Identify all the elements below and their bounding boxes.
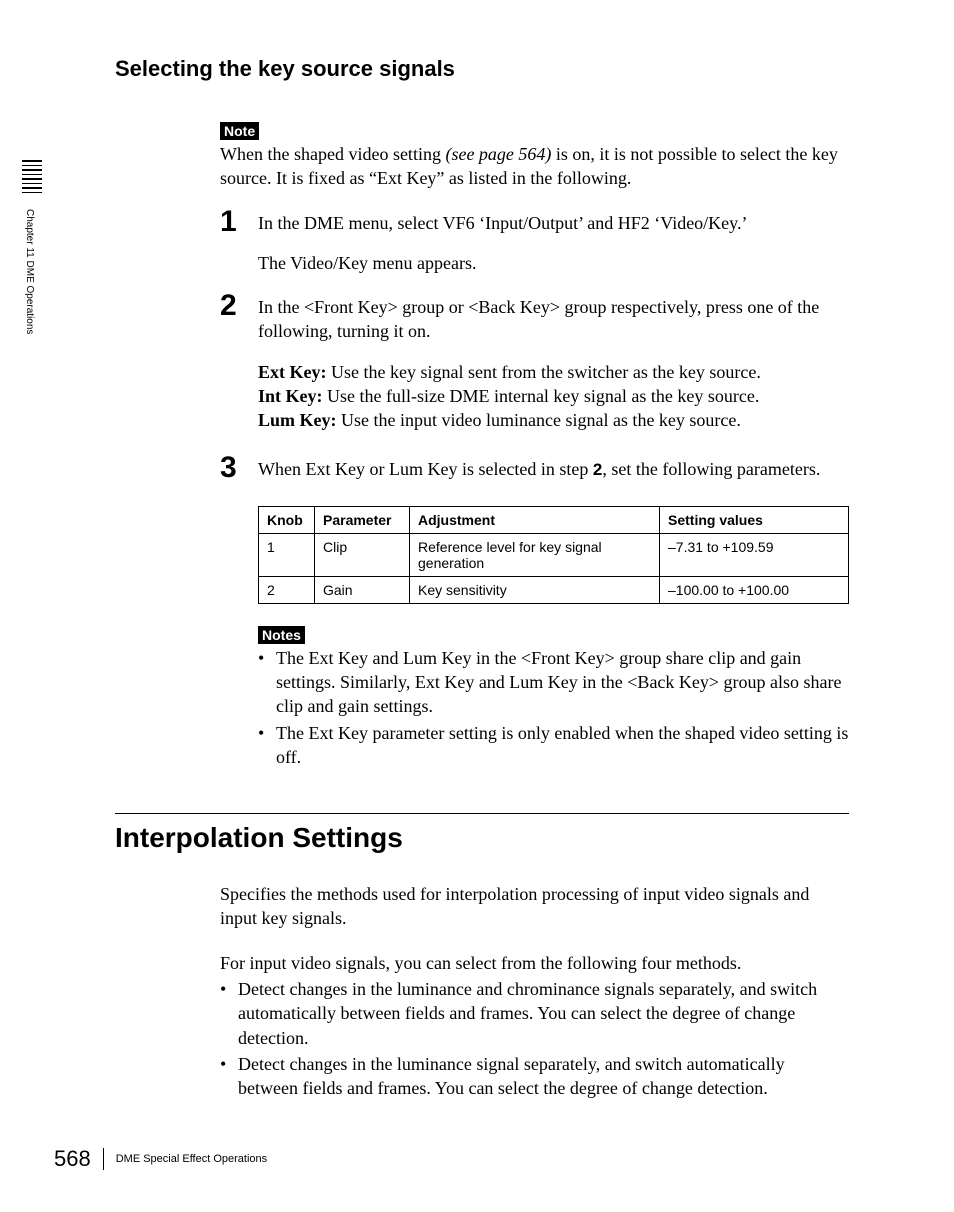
th-setting-values: Setting values bbox=[660, 506, 849, 533]
section-divider bbox=[115, 813, 849, 814]
page-footer: 568 DME Special Effect Operations bbox=[54, 1146, 267, 1172]
footer-divider bbox=[103, 1148, 104, 1170]
cell-knob: 2 bbox=[259, 576, 315, 603]
def-intkey: Int Key: Use the full-size DME internal … bbox=[258, 384, 849, 408]
subsection-heading: Selecting the key source signals bbox=[115, 56, 849, 82]
note-text: When the shaped video setting (see page … bbox=[220, 142, 849, 191]
notes-badge: Notes bbox=[258, 626, 305, 644]
list-item: Detect changes in the luminance and chro… bbox=[220, 977, 849, 1050]
section2-body: Specifies the methods used for interpola… bbox=[220, 882, 849, 1100]
cell-adj: Key sensitivity bbox=[410, 576, 660, 603]
steps-block: 1 In the DME menu, select VF6 ‘Input/Out… bbox=[220, 211, 849, 770]
step-3: 3 When Ext Key or Lum Key is selected in… bbox=[220, 457, 849, 498]
def-label: Lum Key: bbox=[258, 410, 337, 430]
step-3-c: , set the following parameters. bbox=[602, 459, 820, 479]
def-label: Ext Key: bbox=[258, 362, 326, 382]
def-extkey: Ext Key: Use the key signal sent from th… bbox=[258, 360, 849, 384]
parameter-table: Knob Parameter Adjustment Setting values… bbox=[258, 506, 849, 604]
step-2-text: In the <Front Key> group or <Back Key> g… bbox=[258, 295, 849, 344]
cell-set: –100.00 to +100.00 bbox=[660, 576, 849, 603]
list-item: Detect changes in the luminance signal s… bbox=[220, 1052, 849, 1101]
step-2: 2 In the <Front Key> group or <Back Key>… bbox=[220, 295, 849, 452]
step-ref-2: 2 bbox=[593, 460, 602, 479]
step-1: 1 In the DME menu, select VF6 ‘Input/Out… bbox=[220, 211, 849, 292]
section-heading: Interpolation Settings bbox=[115, 822, 849, 854]
def-text: Use the full-size DME internal key signa… bbox=[323, 386, 760, 406]
cell-knob: 1 bbox=[259, 533, 315, 576]
step-body: In the DME menu, select VF6 ‘Input/Outpu… bbox=[258, 211, 849, 292]
step-3-table-wrap: Knob Parameter Adjustment Setting values… bbox=[258, 506, 849, 769]
list-item: The Ext Key parameter setting is only en… bbox=[258, 721, 849, 770]
page-reference-link[interactable]: (see page 564) bbox=[445, 144, 551, 164]
step-3-text: When Ext Key or Lum Key is selected in s… bbox=[258, 457, 849, 482]
th-parameter: Parameter bbox=[315, 506, 410, 533]
page-content: Selecting the key source signals Note Wh… bbox=[0, 0, 954, 1142]
footer-title: DME Special Effect Operations bbox=[116, 1153, 267, 1165]
table-row: 2 Gain Key sensitivity –100.00 to +100.0… bbox=[259, 576, 849, 603]
cell-param: Gain bbox=[315, 576, 410, 603]
th-knob: Knob bbox=[259, 506, 315, 533]
list-item: The Ext Key and Lum Key in the <Front Ke… bbox=[258, 646, 849, 719]
content-inner: Note When the shaped video setting (see … bbox=[220, 122, 849, 191]
table-row: 1 Clip Reference level for key signal ge… bbox=[259, 533, 849, 576]
cell-adj: Reference level for key signal generatio… bbox=[410, 533, 660, 576]
section2-bullets: Detect changes in the luminance and chro… bbox=[220, 977, 849, 1100]
page-number: 568 bbox=[54, 1146, 91, 1172]
table-header-row: Knob Parameter Adjustment Setting values bbox=[259, 506, 849, 533]
def-text: Use the input video luminance signal as … bbox=[337, 410, 741, 430]
step-number: 1 bbox=[220, 207, 258, 292]
note-part-a: When the shaped video setting bbox=[220, 144, 445, 164]
def-label: Int Key: bbox=[258, 386, 323, 406]
step-body: When Ext Key or Lum Key is selected in s… bbox=[258, 457, 849, 498]
step-body: In the <Front Key> group or <Back Key> g… bbox=[258, 295, 849, 452]
step-1-text: In the DME menu, select VF6 ‘Input/Outpu… bbox=[258, 211, 849, 235]
cell-set: –7.31 to +109.59 bbox=[660, 533, 849, 576]
section2-intro: Specifies the methods used for interpola… bbox=[220, 882, 849, 931]
step-number: 3 bbox=[220, 453, 258, 498]
section2-lead: For input video signals, you can select … bbox=[220, 951, 849, 975]
def-lumkey: Lum Key: Use the input video luminance s… bbox=[258, 408, 849, 432]
step-number: 2 bbox=[220, 291, 258, 452]
step-3-a: When Ext Key or Lum Key is selected in s… bbox=[258, 459, 593, 479]
th-adjustment: Adjustment bbox=[410, 506, 660, 533]
notes-list: The Ext Key and Lum Key in the <Front Ke… bbox=[258, 646, 849, 769]
step-1-result: The Video/Key menu appears. bbox=[258, 251, 849, 275]
note-badge: Note bbox=[220, 122, 259, 140]
def-text: Use the key signal sent from the switche… bbox=[326, 362, 760, 382]
cell-param: Clip bbox=[315, 533, 410, 576]
